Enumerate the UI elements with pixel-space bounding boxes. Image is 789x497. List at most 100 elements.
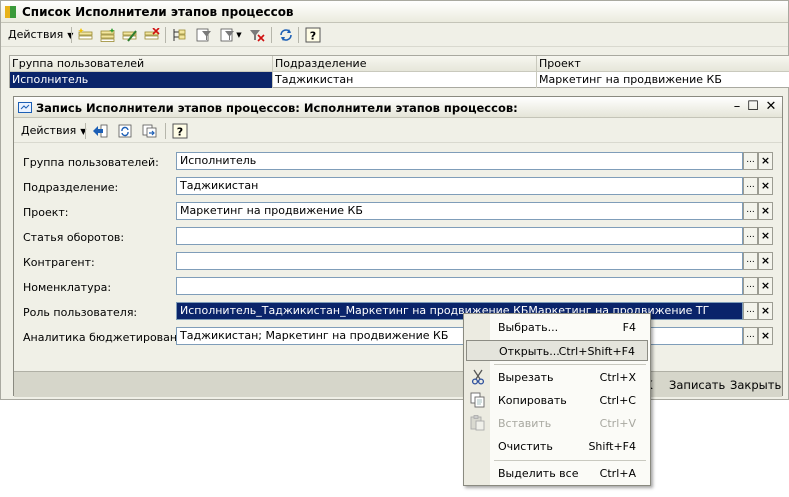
add-group-button[interactable]	[98, 26, 117, 44]
column-header-department[interactable]: Подразделение	[273, 56, 537, 72]
toolbar-separator	[165, 123, 166, 139]
add-group-icon	[100, 28, 115, 42]
copy-record-button[interactable]	[140, 122, 159, 140]
refresh-button[interactable]	[276, 26, 295, 44]
select-button[interactable]: ...	[743, 252, 758, 270]
menu-item-paste[interactable]: Вставить Ctrl+V	[466, 413, 648, 434]
menu-separator	[494, 364, 646, 365]
menu-item-label: Вставить	[498, 417, 552, 430]
clear-button[interactable]: ×	[758, 202, 773, 220]
menu-item-shortcut: Ctrl+X	[599, 371, 636, 384]
menu-item-clear[interactable]: Очистить Shift+F4	[466, 436, 648, 457]
menu-item-open[interactable]: Открыть... Ctrl+Shift+F4	[466, 340, 648, 361]
table-cell[interactable]: Исполнитель	[10, 72, 273, 88]
close-window-button[interactable]: ✕	[763, 99, 779, 115]
hierarchy-button[interactable]	[169, 26, 188, 44]
field-label: Подразделение:	[23, 181, 119, 194]
table-cell[interactable]: Таджикистан	[273, 72, 537, 88]
clear-button[interactable]: ×	[758, 152, 773, 170]
clear-button[interactable]: ×	[758, 327, 773, 345]
delete-row-button[interactable]	[142, 26, 161, 44]
help-button[interactable]: ?	[303, 26, 322, 44]
list-window-titlebar: Список Исполнители этапов процессов	[1, 1, 788, 23]
maximize-icon: ☐	[747, 99, 759, 114]
user-role-field[interactable]: Исполнитель_Таджикистан_Маркетинг на про…	[176, 302, 743, 320]
field-label: Статья оборотов:	[23, 231, 125, 244]
add-row-button[interactable]	[76, 26, 95, 44]
close-button[interactable]: Закрыть	[730, 375, 781, 395]
maximize-button[interactable]: ☐	[745, 99, 761, 115]
project-field[interactable]: Маркетинг на продвижение КБ	[176, 202, 743, 220]
copy-icon	[469, 392, 487, 408]
list-window-title: Список Исполнители этапов процессов	[22, 5, 294, 19]
toolbar-separator	[85, 123, 86, 139]
clear-button[interactable]: ×	[758, 302, 773, 320]
menu-item-label: Открыть...	[499, 345, 560, 358]
copy-record-icon	[142, 124, 156, 138]
menu-item-copy[interactable]: Копировать Ctrl+C	[466, 390, 648, 411]
select-button[interactable]: ...	[743, 327, 758, 345]
column-header-project[interactable]: Проект	[537, 56, 789, 72]
field-row-budget-analytics: Аналитика бюджетирования: Таджикистан; М…	[14, 327, 784, 347]
field-label: Проект:	[23, 206, 69, 219]
record-actions-menu-button[interactable]: Действия ▼	[17, 122, 90, 140]
select-button[interactable]: ...	[743, 202, 758, 220]
clear-filter-icon	[249, 30, 265, 42]
menu-item-label: Выделить все	[498, 467, 579, 480]
save-button[interactable]: Записать	[669, 375, 725, 395]
record-dialog-title: Запись Исполнители этапов процессов: Исп…	[36, 101, 518, 115]
reread-button[interactable]	[116, 122, 135, 140]
field-label: Группа пользователей:	[23, 156, 159, 169]
record-toolbar: Действия ▼ ?	[14, 119, 782, 143]
menu-item-shortcut: Ctrl+Shift+F4	[558, 345, 635, 358]
column-header-user-group[interactable]: Группа пользователей	[10, 56, 273, 72]
svg-text:?: ?	[309, 30, 315, 43]
budget-analytics-field[interactable]: Таджикистан; Маркетинг на продвижение КБ	[176, 327, 743, 345]
menu-item-select-all[interactable]: Выделить все Ctrl+A	[466, 463, 648, 484]
clear-button[interactable]: ×	[758, 277, 773, 295]
field-row-user-role: Роль пользователя: Исполнитель_Таджикист…	[14, 302, 784, 322]
prev-record-button[interactable]	[90, 122, 109, 140]
field-row-counterparty: Контрагент: ... ×	[14, 252, 784, 272]
clear-button[interactable]: ×	[758, 227, 773, 245]
clear-button[interactable]: ×	[758, 252, 773, 270]
filter-menu-button[interactable]: ▼	[218, 26, 244, 44]
table-cell[interactable]: Маркетинг на продвижение КБ	[537, 72, 789, 88]
clear-filter-button[interactable]	[247, 26, 266, 44]
menu-item-cut[interactable]: Вырезать Ctrl+X	[466, 367, 648, 388]
filter-button[interactable]	[194, 26, 213, 44]
reread-icon	[118, 124, 131, 138]
list-grid: Группа пользователей Подразделение Проек…	[9, 55, 789, 88]
minimize-icon: –	[733, 99, 741, 114]
menu-item-label: Копировать	[498, 394, 567, 407]
help-button[interactable]: ?	[170, 122, 189, 140]
field-label: Контрагент:	[23, 256, 95, 269]
actions-menu-button[interactable]: Действия▼	[4, 26, 77, 44]
turnover-item-field[interactable]	[176, 227, 743, 245]
select-button[interactable]: ...	[743, 177, 758, 195]
clear-button[interactable]: ×	[758, 177, 773, 195]
menu-item-select[interactable]: Выбрать... F4	[466, 317, 648, 338]
select-button[interactable]: ...	[743, 152, 758, 170]
refresh-icon	[279, 29, 292, 41]
select-button[interactable]: ...	[743, 277, 758, 295]
field-row-turnover-item: Статья оборотов: ... ×	[14, 227, 784, 247]
record-dialog-titlebar[interactable]: Запись Исполнители этапов процессов: Исп…	[14, 97, 782, 118]
minimize-button[interactable]: –	[729, 99, 745, 115]
menu-item-label: Очистить	[498, 440, 553, 453]
select-button[interactable]: ...	[743, 302, 758, 320]
select-button[interactable]: ...	[743, 227, 758, 245]
filter-list-icon	[220, 28, 235, 42]
edit-row-button[interactable]	[120, 26, 139, 44]
menu-item-shortcut: F4	[622, 321, 636, 334]
grid-header-row: Группа пользователей Подразделение Проек…	[10, 56, 789, 72]
nomenclature-field[interactable]	[176, 277, 743, 295]
hierarchy-icon	[173, 29, 185, 41]
table-row[interactable]: Исполнитель Таджикистан Маркетинг на про…	[10, 72, 789, 88]
user-group-field[interactable]: Исполнитель	[176, 152, 743, 170]
counterparty-field[interactable]	[176, 252, 743, 270]
menu-item-label: Выбрать...	[498, 321, 559, 334]
department-field[interactable]: Таджикистан	[176, 177, 743, 195]
record-window-icon	[18, 102, 32, 113]
menu-item-shortcut: Shift+F4	[588, 440, 636, 453]
